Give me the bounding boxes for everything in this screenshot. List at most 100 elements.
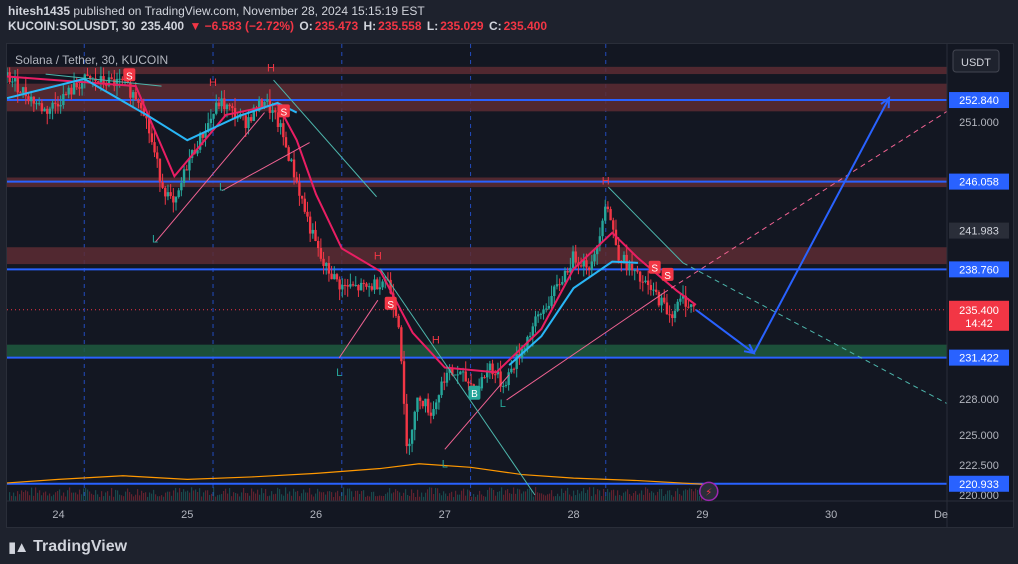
volume-bar: [471, 496, 473, 501]
marker-price-label: 241.983: [959, 226, 999, 238]
volume-bar: [639, 493, 641, 501]
volume-bar: [405, 489, 407, 501]
candle-body: [676, 301, 679, 311]
candle-body: [437, 395, 441, 403]
volume-bar: [487, 489, 489, 501]
volume-bar: [123, 496, 125, 501]
volume-bar: [261, 488, 263, 501]
publisher-name[interactable]: hitesh1435: [8, 4, 70, 18]
volume-bar: [463, 488, 465, 501]
candle-body: [16, 77, 19, 93]
candle-body: [593, 254, 596, 262]
volume-bar: [507, 489, 509, 501]
volume-bar: [145, 492, 147, 501]
volume-bar: [29, 495, 31, 501]
low-label: L:: [426, 19, 439, 33]
candle-body: [456, 374, 459, 376]
volume-bar: [97, 494, 99, 501]
candle-body: [373, 279, 376, 290]
volume-bar: [113, 496, 115, 501]
volume-bar: [585, 493, 587, 501]
candle-body: [445, 372, 449, 383]
volume-bar: [129, 492, 131, 501]
support-zone-4: [7, 344, 947, 357]
volume-bar: [363, 490, 365, 501]
candle-body: [547, 305, 551, 309]
candle-body: [464, 371, 467, 382]
volume-bar: [673, 496, 675, 501]
volume-bar: [665, 494, 667, 501]
volume-bar: [553, 496, 555, 501]
candle-body: [630, 263, 634, 271]
volume-bar: [293, 488, 295, 501]
pivot-low-label-3: L: [442, 458, 448, 470]
time-tick-label-0: 24: [52, 509, 64, 521]
volume-bar: [525, 491, 527, 501]
volume-bar: [13, 492, 15, 501]
volume-bar: [371, 492, 373, 501]
volume-bar: [151, 493, 153, 501]
volume-bar: [179, 488, 181, 501]
candle-body: [566, 270, 569, 273]
candle-body: [370, 286, 374, 290]
candle-body: [424, 398, 427, 407]
volume-bar: [165, 492, 167, 501]
volume-bar: [565, 490, 567, 501]
volume-bar: [65, 496, 67, 501]
pivot-low-label-4: L: [500, 398, 506, 410]
candle-body: [330, 273, 333, 280]
volume-bar: [567, 487, 569, 501]
volume-bar: [629, 494, 631, 501]
candle-body: [488, 363, 492, 371]
pivot-high-label-0: H: [267, 63, 275, 75]
volume-bar: [83, 488, 85, 501]
price-chart[interactable]: HHHHHLLLLLSSSSSBSolana / Tether, 30, KUC…: [7, 44, 1013, 527]
volume-bar: [531, 490, 533, 501]
candle-body: [469, 383, 473, 385]
candle-body: [435, 402, 438, 410]
volume-bar: [383, 495, 385, 501]
volume-bar: [499, 491, 501, 501]
candle-body: [322, 258, 325, 266]
volume-bar: [249, 495, 251, 501]
volume-bar: [693, 491, 695, 501]
volume-bar: [149, 492, 151, 501]
candle-body: [212, 113, 215, 119]
candle-body: [118, 78, 121, 80]
candle-body: [110, 77, 113, 80]
candle-body: [247, 117, 250, 129]
volume-bar: [243, 487, 245, 501]
volume-bar: [395, 489, 397, 501]
volume-bar: [63, 492, 65, 501]
volume-bar: [335, 492, 337, 501]
price-change: ▼ −6.583 (−2.72%): [189, 19, 295, 33]
candle-body: [609, 209, 612, 221]
volume-bar: [495, 495, 497, 501]
candle-body: [21, 87, 25, 93]
candle-body: [316, 240, 320, 249]
volume-bar: [61, 495, 63, 501]
currency-label: USDT: [961, 57, 991, 69]
candle-body: [308, 216, 312, 234]
volume-bar: [677, 488, 679, 501]
volume-bar: [279, 489, 281, 501]
volume-bar: [345, 495, 347, 501]
volume-bar: [527, 488, 529, 501]
candle-body: [561, 281, 564, 285]
volume-bar: [167, 491, 169, 501]
open-value: 235.473: [314, 19, 359, 33]
volume-bar: [269, 495, 271, 501]
volume-bar: [235, 492, 237, 501]
volume-bar: [415, 496, 417, 501]
candle-body: [282, 123, 285, 138]
candle-body: [169, 192, 172, 197]
candle-body: [381, 281, 384, 288]
candle-body: [164, 187, 167, 197]
chart-panel[interactable]: H H H H H L L L L L S S S S S B Solana / Tether, 30, KUC…: [6, 43, 1014, 528]
volume-bar: [119, 494, 121, 501]
volume-bar: [675, 491, 677, 501]
candle-body: [646, 280, 650, 286]
volume-bar: [503, 494, 505, 501]
volume-bar: [467, 489, 469, 501]
candle-body: [153, 142, 156, 153]
